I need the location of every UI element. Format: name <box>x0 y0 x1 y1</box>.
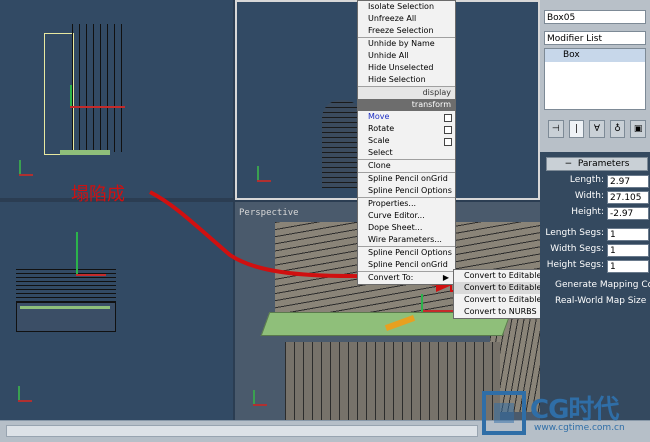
menu-item-unhide-all[interactable]: Unhide All <box>358 50 455 62</box>
height-param: Height: <box>540 207 649 220</box>
viewport-top[interactable] <box>0 0 233 198</box>
show-end-result-icon[interactable]: | <box>568 120 585 138</box>
move-settings-icon[interactable] <box>444 114 452 122</box>
annotation-text: 塌陷成 <box>71 184 125 205</box>
rotate-settings-icon[interactable] <box>444 126 452 134</box>
scale-settings-icon[interactable] <box>444 138 452 146</box>
modifier-stack: Box <box>544 48 646 110</box>
width-segs-param: Width Segs: <box>540 244 649 257</box>
left-view-object-top <box>16 266 116 302</box>
left-view-green-bar <box>20 306 110 309</box>
real-world-label: Real-World Map Size <box>555 296 647 306</box>
viewport-left[interactable] <box>0 202 233 420</box>
remove-modifier-icon[interactable]: ♁ <box>609 120 626 138</box>
top-view-object-lines <box>72 24 124 152</box>
menu-header-display: display <box>358 86 455 99</box>
height-input[interactable] <box>607 207 649 220</box>
stack-item-box[interactable]: Box <box>545 49 645 62</box>
menu-item-spline-pencil-ongrid[interactable]: Spline Pencil onGrid <box>358 172 455 185</box>
quad-menu: Isolate Selection Unfreeze All Freeze Se… <box>357 0 456 285</box>
cgtime-logo: CG时代 www.cgtime.com.cn <box>478 385 650 441</box>
make-unique-icon[interactable]: ∀ <box>589 120 605 138</box>
menu-item-convert-to[interactable]: Convert To: ▶ <box>358 271 455 284</box>
menu-item-wire-parameters[interactable]: Wire Parameters... <box>358 234 455 246</box>
menu-header-transform: transform <box>358 99 455 111</box>
width-input[interactable] <box>607 191 649 204</box>
width-segs-label: Width Segs: <box>550 244 604 254</box>
menu-item-convert-to-label: Convert To: <box>368 273 414 282</box>
generate-mapping-label: Generate Mapping Coor <box>555 280 650 290</box>
submenu-arrow-icon: ▶ <box>442 273 449 282</box>
menu-item-unfreeze-all[interactable]: Unfreeze All <box>358 13 455 25</box>
stack-toolbar: ⊣ | ∀ ♁ ▣ <box>548 120 646 138</box>
configure-sets-icon[interactable]: ▣ <box>630 120 646 138</box>
menu-item-hide-unselected[interactable]: Hide Unselected <box>358 62 455 74</box>
menu-item-scale-label: Scale <box>368 136 390 145</box>
command-panel: Box05 Modifier List Box ⊣ | ∀ ♁ ▣ − Para… <box>540 0 650 420</box>
height-segs-label: Height Segs: <box>546 260 604 270</box>
width-label: Width: <box>574 191 604 201</box>
height-segs-param: Height Segs: <box>540 260 649 273</box>
length-param: Length: <box>540 175 649 188</box>
logo-mark-icon <box>482 391 526 435</box>
menu-item-freeze-selection[interactable]: Freeze Selection <box>358 25 455 37</box>
menu-item-properties[interactable]: Properties... <box>358 197 455 210</box>
menu-item-isolate-selection[interactable]: Isolate Selection <box>358 1 455 13</box>
menu-item-curve-editor[interactable]: Curve Editor... <box>358 210 455 222</box>
width-param: Width: <box>540 191 649 204</box>
logo-brand: CG时代 <box>530 395 619 425</box>
menu-item-spline-pencil-options[interactable]: Spline Pencil Options <box>358 185 455 197</box>
menu-item-move[interactable]: Move <box>358 111 455 123</box>
rollout-title: Parameters <box>577 159 630 169</box>
height-label: Height: <box>571 207 604 217</box>
persp-object-lower <box>285 342 500 420</box>
menu-item-spline-pencil-ongrid-2[interactable]: Spline Pencil onGrid <box>358 259 455 271</box>
menu-item-unhide-by-name[interactable]: Unhide by Name <box>358 37 455 50</box>
real-world-checkbox[interactable]: Real-World Map Size <box>555 296 646 306</box>
length-segs-label: Length Segs: <box>545 228 604 238</box>
menu-item-hide-selection[interactable]: Hide Selection <box>358 74 455 86</box>
parameters-rollout-header[interactable]: − Parameters <box>546 157 648 171</box>
menu-item-clone[interactable]: Clone <box>358 159 455 172</box>
menu-item-spline-pencil-options-2[interactable]: Spline Pencil Options <box>358 246 455 259</box>
menu-item-dope-sheet[interactable]: Dope Sheet... <box>358 222 455 234</box>
logo-url: www.cgtime.com.cn <box>534 423 625 433</box>
modifier-list-dropdown[interactable]: Modifier List <box>544 31 646 45</box>
length-label: Length: <box>569 175 604 185</box>
length-segs-input[interactable] <box>607 228 649 241</box>
length-input[interactable] <box>607 175 649 188</box>
width-segs-input[interactable] <box>607 244 649 257</box>
rollout-toggle-icon: − <box>564 159 578 169</box>
time-slider[interactable] <box>6 425 478 437</box>
generate-mapping-checkbox[interactable]: Generate Mapping Coor <box>555 280 650 290</box>
menu-item-move-label: Move <box>368 112 390 121</box>
length-segs-param: Length Segs: <box>540 228 649 241</box>
viewport-label-perspective[interactable]: Perspective <box>239 208 299 218</box>
front-view-object <box>322 100 362 188</box>
menu-item-rotate[interactable]: Rotate <box>358 123 455 135</box>
top-view-green-bar <box>60 150 110 155</box>
height-segs-input[interactable] <box>607 260 649 273</box>
menu-item-select[interactable]: Select <box>358 147 455 159</box>
pin-stack-icon[interactable]: ⊣ <box>548 120 564 138</box>
menu-item-rotate-label: Rotate <box>368 124 395 133</box>
object-name-field[interactable]: Box05 <box>544 10 646 24</box>
menu-item-scale[interactable]: Scale <box>358 135 455 147</box>
